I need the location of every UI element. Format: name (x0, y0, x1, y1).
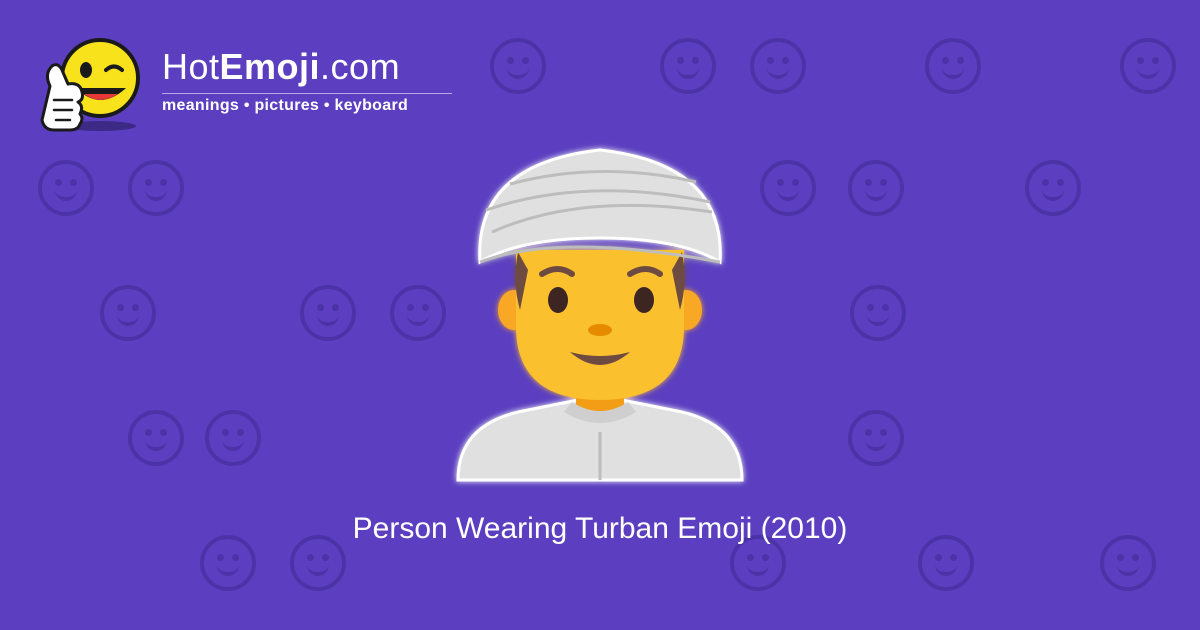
background-smiley-icon (128, 160, 184, 216)
logo-divider (162, 93, 452, 94)
background-smiley-icon (850, 285, 906, 341)
logo-name-regular: Hot (162, 46, 220, 87)
logo-wordmark: HotEmoji.com (162, 46, 400, 88)
background-smiley-icon (128, 410, 184, 466)
logo-tagline: meanings • pictures • keyboard (162, 97, 409, 114)
person-wearing-turban-icon (456, 148, 744, 482)
site-logo-link[interactable]: HotEmoji.com meanings • pictures • keybo… (40, 34, 470, 134)
background-smiley-icon (750, 38, 806, 94)
background-smiley-icon (1025, 160, 1081, 216)
background-smiley-icon (300, 285, 356, 341)
background-smiley-icon (1120, 38, 1176, 94)
background-smiley-icon (848, 160, 904, 216)
background-smiley-icon (100, 285, 156, 341)
background-smiley-icon (848, 410, 904, 466)
background-smiley-icon (490, 38, 546, 94)
thumbs-up-wink-smiley-icon (40, 38, 140, 132)
logo-name-suffix: .com (320, 46, 401, 87)
background-smiley-icon (760, 160, 816, 216)
background-smiley-icon (390, 285, 446, 341)
background-smiley-icon (38, 160, 94, 216)
logo-name-bold: Emoji (219, 46, 321, 87)
background-smiley-icon (205, 410, 261, 466)
background-smiley-icon (660, 38, 716, 94)
background-smiley-icon (925, 38, 981, 94)
emoji-title: Person Wearing Turban Emoji (2010) (352, 512, 848, 545)
